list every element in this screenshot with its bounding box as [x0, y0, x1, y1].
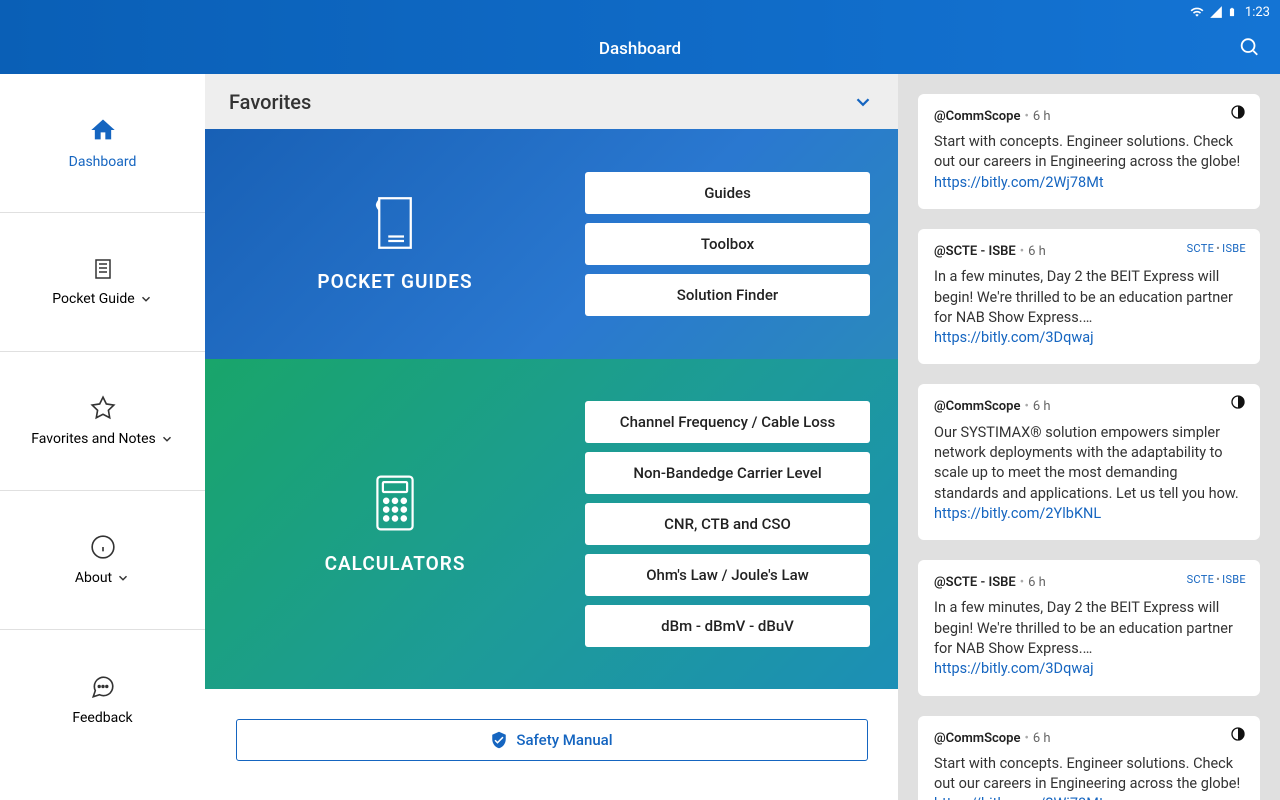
guides-button[interactable]: Guides: [585, 172, 870, 214]
sidebar-item-dashboard[interactable]: Dashboard: [0, 74, 205, 213]
feed-body: In a few minutes, Day 2 the BEIT Express…: [934, 267, 1244, 348]
pocket-guides-card: POCKET GUIDES Guides Toolbox Solution Fi…: [205, 129, 898, 359]
commscope-logo-icon: [1230, 394, 1246, 410]
feed-body: Our SYSTIMAX® solution empowers simpler …: [934, 423, 1244, 524]
scte-isbe-logo: SCTE•ISBE: [1187, 572, 1246, 587]
page-title: Dashboard: [599, 39, 681, 59]
feed-meta: @CommScope•6 h: [934, 398, 1244, 416]
chevron-down-icon: [852, 91, 874, 113]
commscope-logo-icon: [1230, 104, 1246, 120]
toolbox-button[interactable]: Toolbox: [585, 223, 870, 265]
solution-finder-button[interactable]: Solution Finder: [585, 274, 870, 316]
safety-manual-button[interactable]: Safety Manual: [236, 719, 868, 761]
favorites-header[interactable]: Favorites: [205, 74, 898, 129]
feed-body: In a few minutes, Day 2 the BEIT Express…: [934, 598, 1244, 679]
feed-card[interactable]: @SCTE - ISBE•6 hSCTE•ISBEIn a few minute…: [918, 560, 1260, 695]
sidebar-item-label: About: [75, 570, 112, 586]
feed-link[interactable]: https://bitly.com/2Wj78Mt: [934, 795, 1104, 800]
favorites-title: Favorites: [229, 90, 311, 114]
feed-handle: @SCTE - ISBE: [934, 244, 1016, 259]
pocket-guides-title: POCKET GUIDES: [317, 270, 472, 293]
feed-card[interactable]: @CommScope•6 h Our SYSTIMAX® solution emp…: [918, 384, 1260, 540]
feed-age: 6 h: [1033, 399, 1051, 414]
center-column: Favorites POCKET GUIDES Guides Toolbox S…: [205, 74, 898, 800]
feed-body: Start with concepts. Engineer solutions.…: [934, 754, 1244, 800]
calculator-icon: [373, 474, 417, 532]
feed-card[interactable]: @SCTE - ISBE•6 hSCTE•ISBEIn a few minute…: [918, 229, 1260, 364]
feed-handle: @CommScope: [934, 731, 1020, 746]
sidebar-item-label: Feedback: [72, 710, 132, 726]
feed-handle: @CommScope: [934, 109, 1020, 124]
sidebar-item-favorites-notes[interactable]: Favorites and Notes: [0, 352, 205, 491]
feed-link[interactable]: https://bitly.com/3Dqwaj: [934, 329, 1094, 346]
status-time: 1:23: [1245, 5, 1270, 20]
feed-age: 6 h: [1033, 731, 1051, 746]
feed-body: Start with concepts. Engineer solutions.…: [934, 132, 1244, 193]
sidebar-item-pocket-guide[interactable]: Pocket Guide: [0, 213, 205, 352]
feed-meta: @CommScope•6 h: [934, 730, 1244, 748]
sidebar-item-label: Favorites and Notes: [31, 431, 155, 447]
feed-age: 6 h: [1028, 575, 1046, 590]
shield-check-icon: [490, 731, 508, 749]
wifi-icon: [1189, 5, 1205, 19]
feed-age: 6 h: [1028, 244, 1046, 259]
chat-icon: [90, 674, 116, 700]
chevron-down-icon: [139, 292, 153, 306]
guide-icon: [372, 196, 418, 250]
calculators-card: CALCULATORS Channel Frequency / Cable Lo…: [205, 359, 898, 689]
search-button[interactable]: [1238, 36, 1260, 63]
safety-manual-label: Safety Manual: [516, 731, 612, 749]
sidebar-item-label: Pocket Guide: [52, 291, 134, 307]
sidebar-item-about[interactable]: About: [0, 491, 205, 630]
calc-non-bandedge-button[interactable]: Non-Bandedge Carrier Level: [585, 452, 870, 494]
sidebar: Dashboard Pocket Guide Favorites and Not…: [0, 74, 205, 800]
home-icon: [89, 116, 117, 144]
sidebar-item-feedback[interactable]: Feedback: [0, 630, 205, 769]
commscope-logo-icon: [1230, 726, 1246, 742]
feed-age: 6 h: [1033, 109, 1051, 124]
calculators-title: CALCULATORS: [325, 552, 466, 575]
battery-icon: [1227, 4, 1237, 20]
social-feed[interactable]: @CommScope•6 h Start with concepts. Engin…: [898, 74, 1280, 800]
calc-dbm-dbmv-dbuv-button[interactable]: dBm - dBmV - dBuV: [585, 605, 870, 647]
feed-link[interactable]: https://bitly.com/3Dqwaj: [934, 660, 1094, 677]
feed-card[interactable]: @CommScope•6 h Start with concepts. Engin…: [918, 716, 1260, 800]
document-icon: [91, 257, 115, 281]
chevron-down-icon: [160, 432, 174, 446]
feed-handle: @SCTE - ISBE: [934, 575, 1016, 590]
scte-isbe-logo: SCTE•ISBE: [1187, 241, 1246, 256]
calc-ohms-joules-button[interactable]: Ohm's Law / Joule's Law: [585, 554, 870, 596]
info-icon: [90, 534, 116, 560]
calc-channel-frequency-button[interactable]: Channel Frequency / Cable Loss: [585, 401, 870, 443]
sidebar-item-label: Dashboard: [69, 154, 137, 170]
calc-cnr-ctb-cso-button[interactable]: CNR, CTB and CSO: [585, 503, 870, 545]
chevron-down-icon: [116, 571, 130, 585]
feed-handle: @CommScope: [934, 399, 1020, 414]
feed-meta: @CommScope•6 h: [934, 108, 1244, 126]
signal-icon: [1209, 5, 1223, 19]
feed-link[interactable]: https://bitly.com/2Wj78Mt: [934, 174, 1104, 191]
android-status-bar: 1:23: [0, 0, 1280, 24]
search-icon: [1238, 36, 1260, 58]
feed-card[interactable]: @CommScope•6 h Start with concepts. Engin…: [918, 94, 1260, 209]
feed-link[interactable]: https://bitly.com/2YlbKNL: [934, 505, 1101, 522]
safety-row: Safety Manual: [205, 689, 898, 800]
app-title-bar: Dashboard: [0, 24, 1280, 74]
star-icon: [90, 395, 116, 421]
